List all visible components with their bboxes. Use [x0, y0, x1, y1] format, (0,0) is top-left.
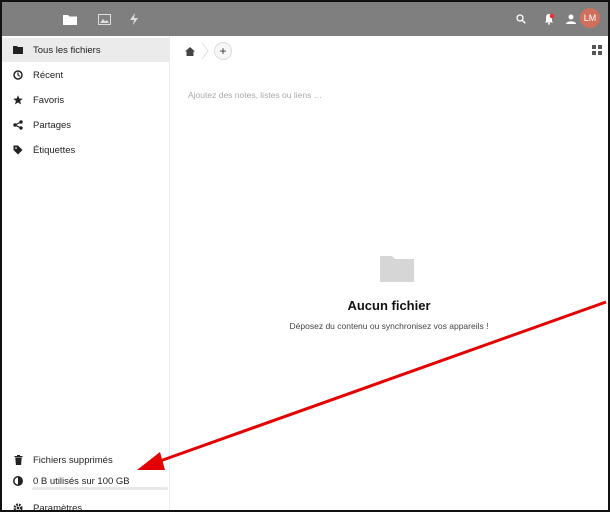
grid-view-toggle-icon[interactable] [592, 45, 602, 55]
trash-icon [13, 455, 23, 465]
sidebar-item-label: Paramètres [33, 502, 83, 512]
empty-folder-icon [380, 256, 414, 282]
quota-progress-bar [32, 487, 168, 490]
notes-placeholder[interactable]: Ajoutez des notes, listes ou liens … [188, 90, 322, 100]
sidebar-item-shares[interactable]: Partages [2, 113, 170, 137]
main-content: + Ajoutez des notes, listes ou liens … A… [170, 36, 608, 510]
sidebar-item-tags[interactable]: Étiquettes [2, 138, 170, 162]
notifications-icon[interactable] [540, 10, 558, 28]
sidebar: Tous les fichiers Récent Favoris Partage… [2, 36, 170, 512]
photos-app-icon[interactable] [94, 9, 114, 29]
home-icon[interactable] [184, 45, 196, 57]
folder-icon [13, 45, 23, 55]
activity-app-icon[interactable] [124, 9, 144, 29]
sidebar-item-label: Récent [33, 69, 64, 81]
pie-chart-icon [13, 476, 23, 486]
files-app-icon[interactable] [60, 9, 80, 29]
sidebar-item-label: Fichiers supprimés [33, 454, 113, 466]
tag-icon [13, 145, 23, 155]
sidebar-item-label: Tous les fichiers [33, 44, 101, 56]
star-icon [13, 95, 23, 105]
share-icon [13, 120, 23, 130]
clock-icon [13, 70, 23, 80]
top-header: LM [2, 2, 608, 36]
breadcrumb-separator [201, 42, 209, 60]
app-window: LM Tous les fichiers Récent Favoris Part… [0, 0, 610, 512]
add-new-button[interactable]: + [214, 42, 232, 60]
gear-icon [13, 503, 23, 510]
empty-state-subtitle: Déposez du contenu ou synchronisez vos a… [289, 321, 489, 331]
sidebar-item-label: Favoris [33, 94, 65, 106]
quota-label: 0 B utilisés sur 100 GB [33, 475, 130, 487]
sidebar-item-favorites[interactable]: Favoris [2, 88, 170, 112]
sidebar-item-recent[interactable]: Récent [2, 63, 170, 87]
sidebar-item-all-files[interactable]: Tous les fichiers [2, 38, 170, 62]
empty-state-title: Aucun fichier [347, 298, 431, 313]
breadcrumb: + [184, 42, 232, 60]
sidebar-item-settings[interactable]: Paramètres [2, 496, 170, 512]
search-icon[interactable] [512, 10, 530, 28]
sidebar-item-label: Partages [33, 119, 72, 131]
sidebar-item-label: Étiquettes [33, 144, 76, 156]
contacts-icon[interactable] [562, 10, 580, 28]
user-avatar[interactable]: LM [580, 8, 600, 28]
